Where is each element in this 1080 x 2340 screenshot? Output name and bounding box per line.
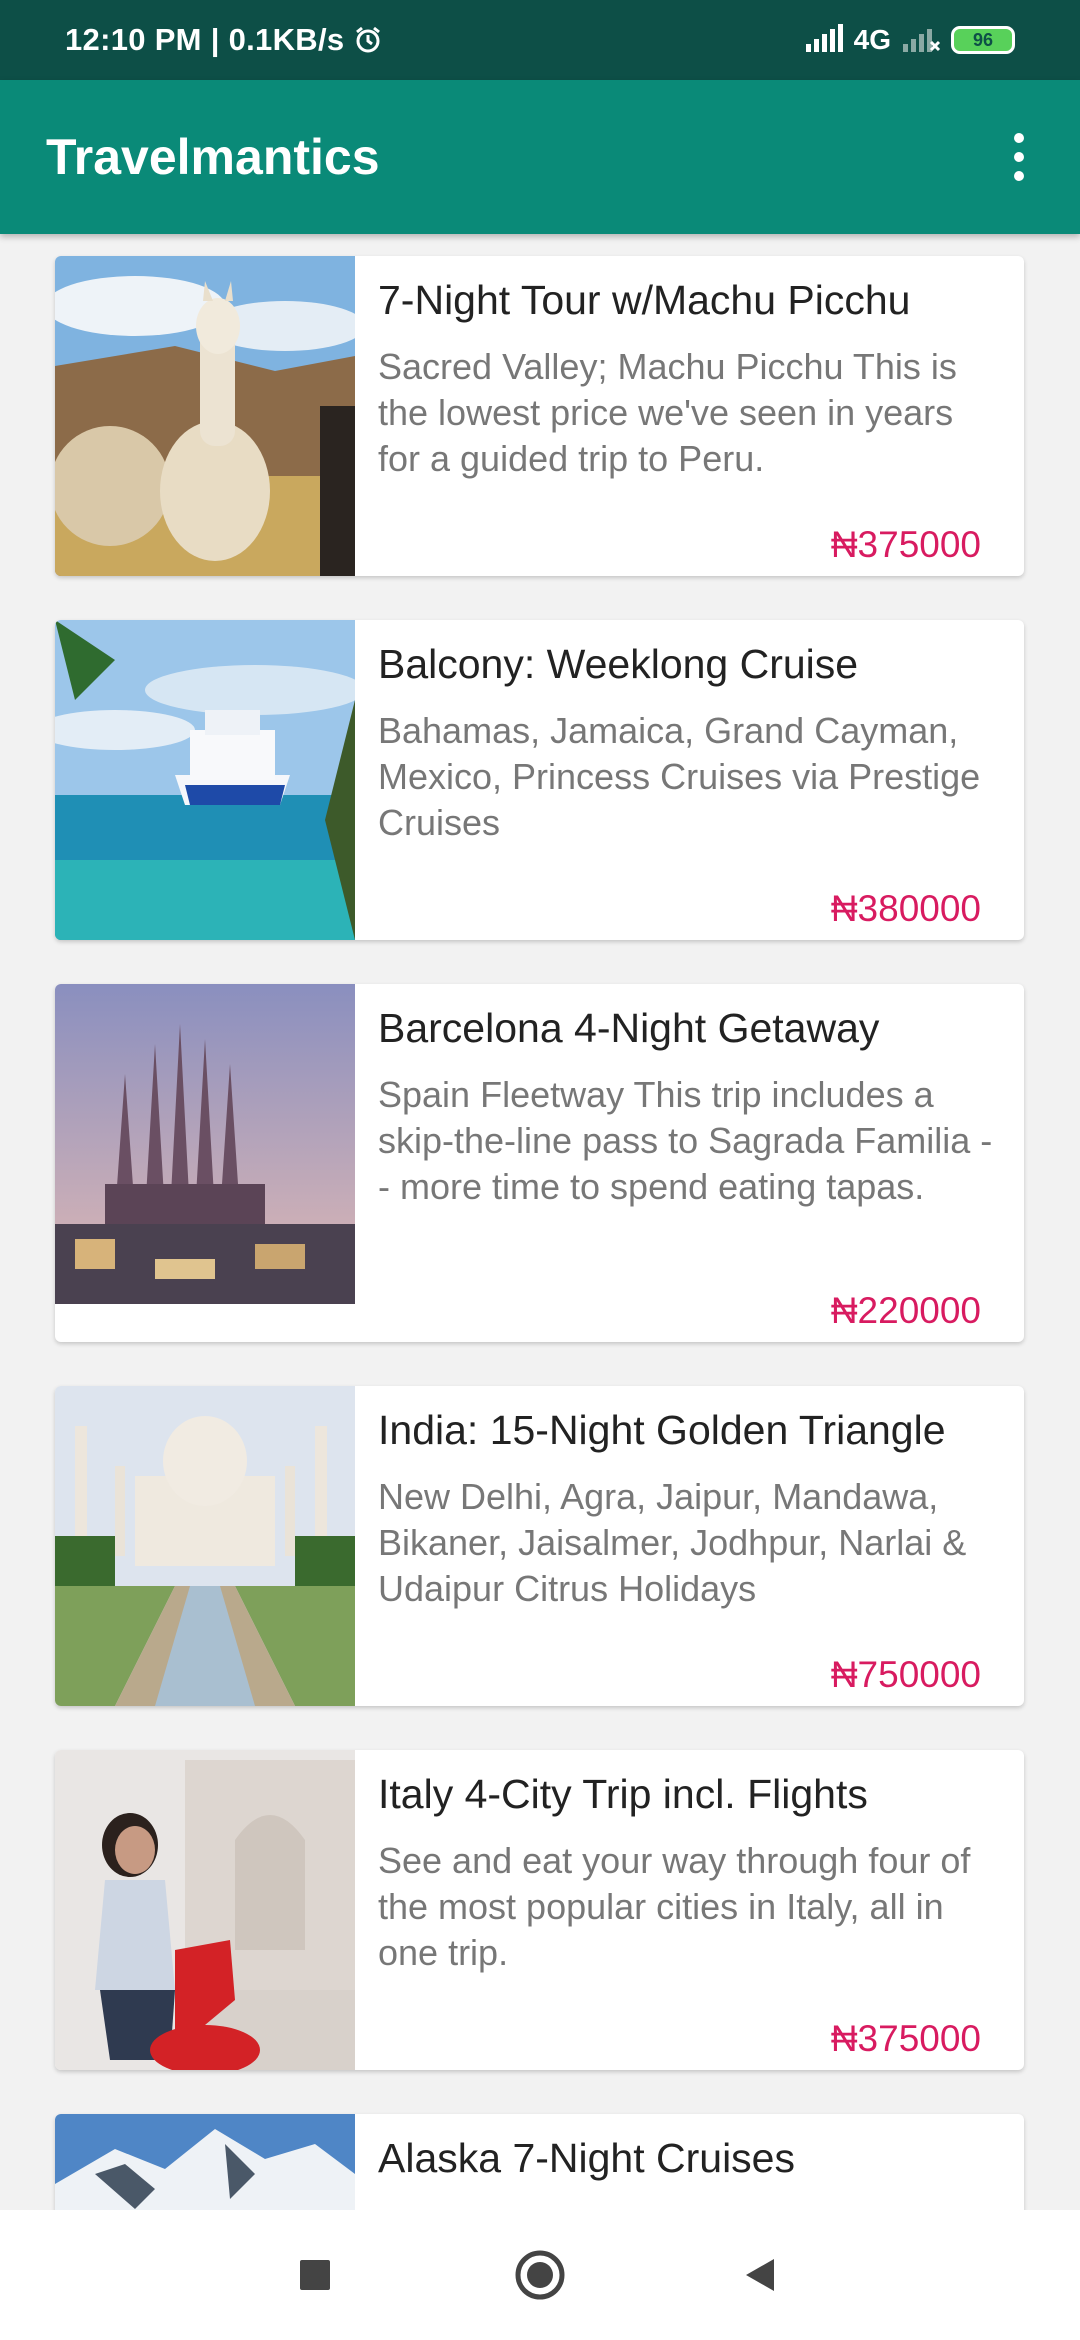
deal-card-body: Barcelona 4-Night Getaway Spain Fleetway… [378,984,1000,1210]
travel-deal-list[interactable]: 7-Night Tour w/Machu Picchu Sacred Valle… [0,234,1080,2210]
deal-description: Sacred Valley; Machu Picchu This is the … [378,346,957,479]
system-navigation-bar [0,2210,1080,2340]
deal-description: Spain Fleetway This trip includes a skip… [378,1074,993,1207]
llama-photo-icon [55,256,355,576]
deal-card-body: Italy 4-City Trip incl. Flights See and … [378,1750,1000,1976]
deal-title: Barcelona 4-Night Getaway [378,1005,880,1051]
status-bar: 12:10 PM | 0.1KB/s 4G 96 [0,0,1080,80]
deal-title: India: 15-Night Golden Triangle [378,1407,946,1453]
network-type-label: 4G [853,24,891,55]
deal-card[interactable]: Alaska 7-Night Cruises [55,2114,1024,2210]
deal-card[interactable]: Barcelona 4-Night Getaway Spain Fleetway… [55,984,1024,1342]
back-button[interactable] [700,2210,820,2340]
back-triangle-icon [746,2259,774,2291]
deal-card-body: Balcony: Weeklong Cruise Bahamas, Jamaic… [378,620,1000,846]
deal-description: See and eat your way through four of the… [378,1840,971,1973]
signal-2-icon [901,24,941,57]
home-button[interactable] [480,2210,600,2340]
status-left: 12:10 PM | 0.1KB/s [65,22,382,58]
deal-card-body: 7-Night Tour w/Machu Picchu Sacred Valle… [378,256,1000,482]
deal-card[interactable]: Italy 4-City Trip incl. Flights See and … [55,1750,1024,2070]
signal-icon [804,23,844,57]
app-bar: Travelmantics [0,80,1080,234]
battery-icon: 96 [951,26,1015,54]
square-icon [300,2260,330,2290]
deal-price: ₦375000 [830,524,981,565]
deal-card[interactable]: Balcony: Weeklong Cruise Bahamas, Jamaic… [55,620,1024,940]
alaska-mountain-photo-icon [55,2114,355,2210]
deal-price: ₦375000 [830,2018,981,2059]
deal-card-body: Alaska 7-Night Cruises [378,2114,1000,2184]
deal-price: ₦750000 [830,1654,981,1695]
deal-description: Bahamas, Jamaica, Grand Cayman, Mexico, … [378,710,981,843]
deal-price: ₦380000 [830,888,981,929]
app-title: Travelmantics [46,129,380,185]
deal-price: ₦220000 [830,1290,981,1331]
deal-title: Balcony: Weeklong Cruise [378,641,859,687]
alarm-icon [354,26,382,54]
home-circle-icon [515,2250,565,2300]
battery-level: 96 [972,29,994,50]
status-right: 4G 96 [804,23,1015,57]
taj-mahal-photo-icon [55,1386,355,1706]
deal-title: Alaska 7-Night Cruises [378,2135,795,2181]
deal-card[interactable]: India: 15-Night Golden Triangle New Delh… [55,1386,1024,1706]
status-time-speed: 12:10 PM | 0.1KB/s [65,22,345,57]
sagrada-familia-photo-icon [55,984,355,1304]
italy-scooter-photo-icon [55,1750,355,2070]
cruise-ship-photo-icon [55,620,355,940]
deal-description: New Delhi, Agra, Jaipur, Mandawa, Bikane… [378,1476,967,1609]
recents-button[interactable] [255,2210,375,2340]
more-options-icon[interactable] [1004,127,1034,187]
deal-title: Italy 4-City Trip incl. Flights [378,1771,868,1817]
deal-title: 7-Night Tour w/Machu Picchu [378,277,911,323]
deal-card[interactable]: 7-Night Tour w/Machu Picchu Sacred Valle… [55,256,1024,576]
deal-card-body: India: 15-Night Golden Triangle New Delh… [378,1386,1000,1612]
